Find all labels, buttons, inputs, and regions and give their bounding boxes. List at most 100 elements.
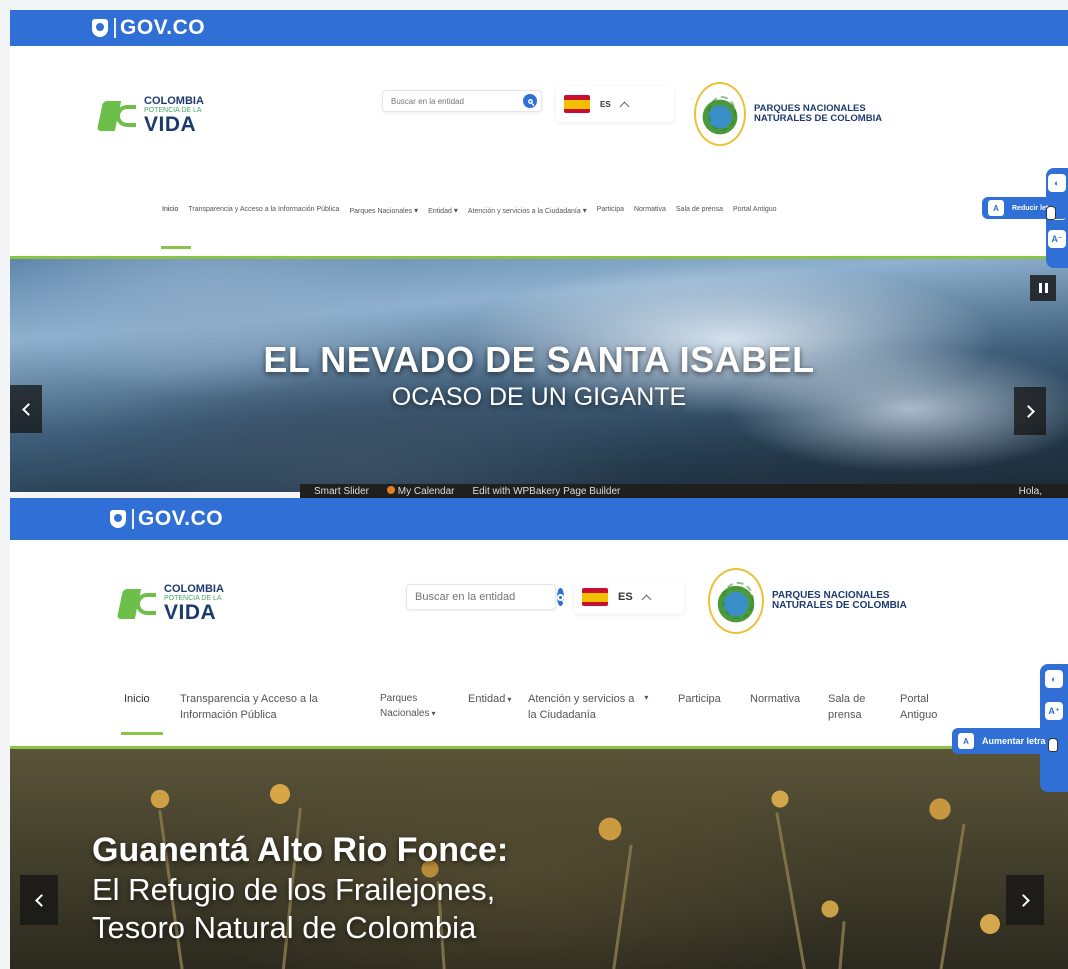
parques-seal-icon xyxy=(708,568,764,634)
slider-next-button[interactable] xyxy=(1014,387,1046,435)
colombia-logo-icon xyxy=(116,587,160,621)
language-code: ES xyxy=(600,99,611,109)
nav-atencion[interactable]: Atención y servicios a la Ciudadanía ▾ xyxy=(468,206,587,215)
nav-portal-line-2: Antiguo xyxy=(900,708,938,721)
search-button[interactable] xyxy=(557,588,564,606)
hero-caption: Guanentá Alto Rio Fonce: El Refugio de l… xyxy=(92,831,508,946)
colombia-logo-icon xyxy=(96,99,140,133)
nav-entidad-label: Entidad xyxy=(428,208,452,215)
colombia-potencia-vida-logo[interactable]: COLOMBIA POTENCIA DE LA VIDA xyxy=(96,95,204,135)
hero-subtitle: OCASO DE UN GIGANTE xyxy=(391,383,687,411)
wp-greeting[interactable]: Hola, xyxy=(1019,486,1042,497)
contrast-icon[interactable]: ◐ xyxy=(1048,174,1066,192)
hero-subtitle-line-1: El Refugio de los Frailejones, xyxy=(92,872,496,907)
nav-portal-antiguo[interactable]: Portal Antiguo xyxy=(900,692,960,724)
nav-normativa[interactable]: Normativa xyxy=(750,692,828,724)
language-selector[interactable]: ES xyxy=(574,580,684,614)
language-code: ES xyxy=(618,591,633,603)
search-input[interactable] xyxy=(407,591,557,603)
parques-nacionales-logo[interactable]: PARQUES NACIONALES NATURALES DE COLOMBIA xyxy=(708,568,907,634)
search-button[interactable] xyxy=(523,94,537,108)
nav-sala-prensa[interactable]: Sala de prensa xyxy=(676,206,723,215)
nav-portal-line-1: Portal xyxy=(900,693,929,705)
nav-parques-nacionales[interactable]: Parques Nacionales ▾ xyxy=(349,206,418,215)
parques-seal-icon xyxy=(694,82,746,146)
colombia-potencia-vida-logo[interactable]: COLOMBIA POTENCIA DE LA VIDA xyxy=(116,584,224,623)
nav-parques-label: Parques Nacionales xyxy=(349,208,413,215)
gov-separator xyxy=(114,18,116,38)
nav-active-indicator xyxy=(121,732,163,735)
nav-parques-line-2: Nacionales xyxy=(380,707,430,719)
gov-co-text: GOV.CO xyxy=(138,507,224,530)
plant-stem xyxy=(775,812,808,969)
plant-stem xyxy=(610,844,633,969)
nav-inicio[interactable]: Inicio xyxy=(162,206,178,215)
wp-my-calendar-label: My Calendar xyxy=(397,485,455,497)
gov-bar: GOV.CO xyxy=(10,10,1068,46)
chevron-left-icon xyxy=(34,893,48,907)
hero-slider: Guanentá Alto Rio Fonce: El Refugio de l… xyxy=(10,746,1068,969)
parques-line-2: NATURALES DE COLOMBIA xyxy=(754,113,883,124)
nav-atencion[interactable]: Atención y servicios a la Ciudadanía ▾ xyxy=(528,692,678,724)
chevron-right-icon xyxy=(1016,893,1030,907)
gov-shield-icon xyxy=(110,510,126,528)
caret-down-icon: ▾ xyxy=(414,206,419,215)
plant-stem xyxy=(837,920,846,969)
font-increase-icon[interactable]: A⁺ xyxy=(1045,702,1063,720)
slider-prev-button[interactable] xyxy=(10,385,42,433)
parques-nacionales-logo[interactable]: PARQUES NACIONALES NATURALES DE COLOMBIA xyxy=(694,82,882,146)
search-box xyxy=(382,90,542,112)
nav-transparencia[interactable]: Transparencia y Acceso a la Información … xyxy=(180,692,380,724)
wp-admin-bar: Smart Slider My Calendar Edit with WPBak… xyxy=(300,484,1068,498)
pause-bar xyxy=(1038,283,1042,293)
caret-down-icon: ▾ xyxy=(431,708,436,718)
search-input[interactable] xyxy=(383,96,523,106)
wp-my-calendar[interactable]: My Calendar xyxy=(387,485,455,497)
wp-smart-slider[interactable]: Smart Slider xyxy=(314,486,369,497)
search-icon xyxy=(557,593,564,601)
screenshot-small-text: GOV.CO COLOMBIA POTENCIA DE LA VIDA ES xyxy=(0,0,1068,492)
nav-active-indicator xyxy=(161,246,191,249)
font-decrease-tooltip-icon: A xyxy=(988,200,1004,216)
language-selector[interactable]: ES xyxy=(556,86,674,122)
gov-shield-icon xyxy=(92,19,108,37)
plant-stem xyxy=(937,823,966,969)
nav-transparencia-line-2: Información Pública xyxy=(180,708,277,721)
slider-prev-button[interactable] xyxy=(20,875,58,925)
gov-separator xyxy=(132,509,134,529)
hero-subtitle-line-2: Tesoro Natural de Colombia xyxy=(92,910,477,945)
nav-inicio[interactable]: Inicio xyxy=(124,692,180,724)
site-header: COLOMBIA POTENCIA DE LA VIDA ES PARQUES … xyxy=(10,540,1068,746)
slider-pause-button[interactable] xyxy=(1030,275,1056,301)
nav-entidad[interactable]: Entidad ▾ xyxy=(428,206,458,215)
nav-participa[interactable]: Participa xyxy=(597,206,624,215)
nav-normativa[interactable]: Normativa xyxy=(634,206,666,215)
hero-caption: EL NEVADO DE SANTA ISABEL OCASO DE UN GI… xyxy=(10,339,1068,412)
chevron-left-icon xyxy=(21,402,35,416)
calendar-icon xyxy=(387,485,396,494)
nav-portal-antiguo[interactable]: Portal Antiguo xyxy=(733,206,777,215)
nav-entidad[interactable]: Entidad ▾ xyxy=(468,692,528,724)
hero-title: EL NEVADO DE SANTA ISABEL xyxy=(263,339,815,380)
nav-transparencia-line-1: Transparencia y Acceso a la xyxy=(180,693,318,705)
font-decrease-icon[interactable]: A⁻ xyxy=(1048,230,1066,248)
slider-next-button[interactable] xyxy=(1006,875,1044,925)
nav-atencion-line-2: la Ciudadanía xyxy=(528,708,596,721)
nav-transparencia[interactable]: Transparencia y Acceso a la Información … xyxy=(188,206,339,215)
gov-co-logo[interactable]: GOV.CO xyxy=(110,507,223,531)
nav-sala-line-2: prensa xyxy=(828,708,862,721)
gov-co-text: GOV.CO xyxy=(120,16,206,39)
caret-down-icon: ▾ xyxy=(507,695,512,704)
contrast-icon[interactable]: ◐ xyxy=(1045,670,1063,688)
gov-co-logo[interactable]: GOV.CO xyxy=(92,16,205,40)
nav-parques-nacionales[interactable]: Parques Nacionales ▾ xyxy=(380,692,468,724)
increase-text-label: Aumentar letra xyxy=(982,736,1046,746)
font-increase-tooltip-icon: A xyxy=(958,733,974,749)
nav-sala-prensa[interactable]: Sala de prensa xyxy=(828,692,900,724)
parques-line-2: NATURALES DE COLOMBIA xyxy=(772,600,907,611)
wp-edit-wpbakery[interactable]: Edit with WPBakery Page Builder xyxy=(473,486,621,497)
nav-participa[interactable]: Participa xyxy=(678,692,750,724)
chevron-right-icon xyxy=(1021,404,1035,418)
spain-flag-icon xyxy=(582,588,608,606)
logo-line-colombia: COLOMBIA xyxy=(144,95,204,107)
